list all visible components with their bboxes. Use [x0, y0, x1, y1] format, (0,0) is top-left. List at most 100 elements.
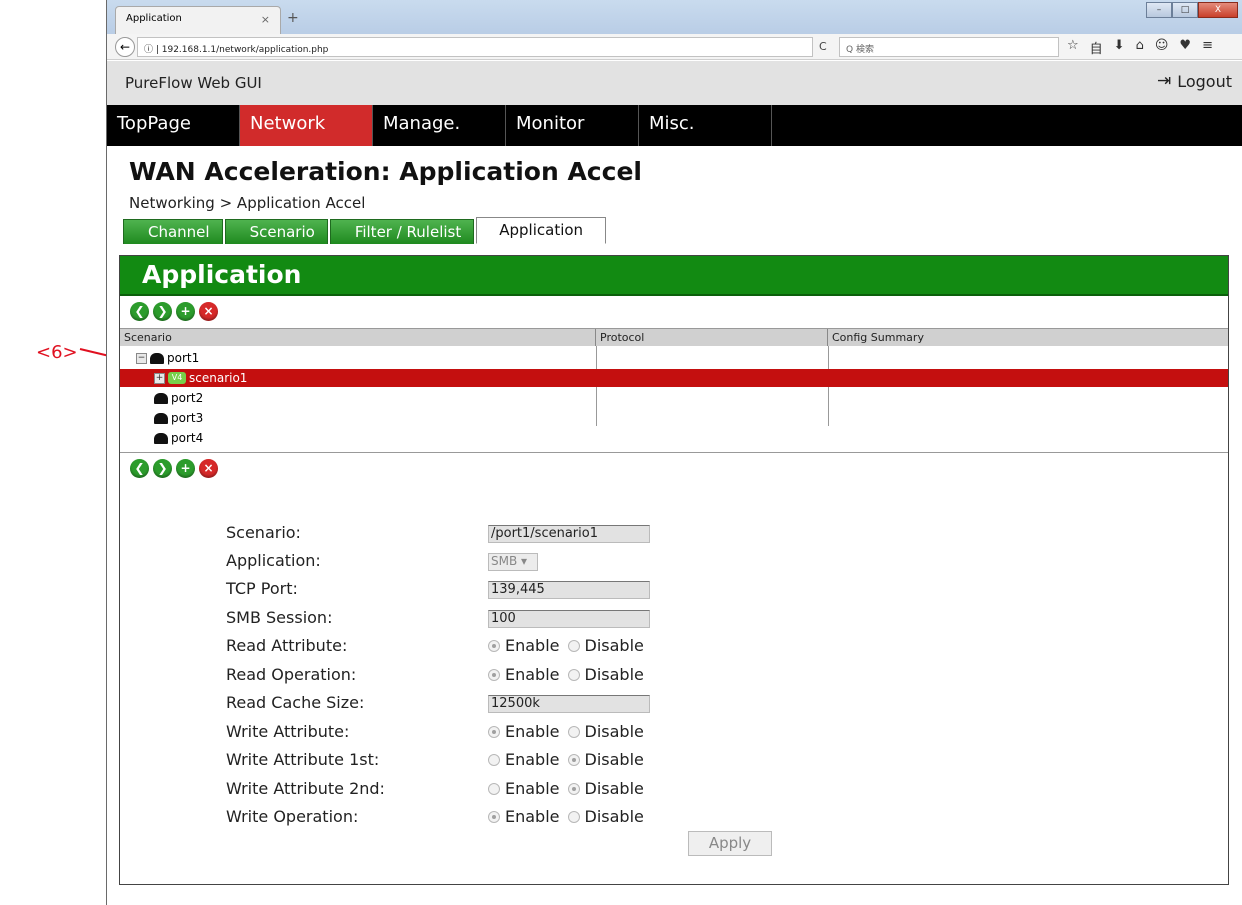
tcp-port-label: TCP Port: [226, 579, 298, 598]
write-attribute-radio-group: Enable Disable [488, 722, 652, 741]
write-attribute-1st-disable-radio[interactable] [567, 753, 580, 766]
maximize-button[interactable]: □ [1172, 2, 1198, 18]
tab-scenario[interactable]: Scenario [224, 219, 328, 244]
pocket-icon[interactable]: ♥ [1179, 38, 1191, 57]
smb-session-field[interactable]: 100 [488, 610, 650, 628]
back-button-icon[interactable]: ❮ [130, 302, 149, 321]
tree-node-port2[interactable]: port2 [120, 389, 1228, 407]
app-header: PureFlow Web GUI ⇥ Logout [107, 61, 1242, 105]
read-operation-label: Read Operation: [226, 665, 357, 684]
tab-filter-rulelist[interactable]: Filter / Rulelist [329, 219, 475, 244]
read-cache-size-field[interactable]: 12500k [488, 695, 650, 713]
tree-node-scenario1[interactable]: + V4 scenario1 [120, 369, 1228, 387]
radio-label: Enable [505, 750, 560, 769]
reading-list-icon[interactable]: 自 [1090, 38, 1103, 57]
back-button-icon[interactable]: ❮ [130, 459, 149, 478]
menu-item-network[interactable]: Network [240, 105, 373, 146]
write-attribute-disable-radio[interactable] [567, 725, 580, 738]
chat-icon[interactable]: ☺ [1155, 38, 1169, 57]
write-operation-enable-radio[interactable] [488, 810, 500, 823]
web-page: PureFlow Web GUI ⇥ Logout TopPage Networ… [107, 61, 1242, 905]
port-icon [150, 352, 164, 364]
main-menu: TopPage Network Manage. Monitor Misc. [107, 105, 1242, 146]
collapse-icon[interactable]: − [136, 352, 147, 364]
close-window-button[interactable]: X [1198, 2, 1238, 18]
radio-label: Enable [505, 665, 560, 684]
browser-tab[interactable]: Application × [115, 6, 281, 34]
menu-icon[interactable]: ≡ [1202, 38, 1213, 57]
bookmark-star-icon[interactable]: ☆ [1067, 38, 1079, 57]
new-tab-button[interactable]: + [287, 10, 299, 26]
back-arrow-icon[interactable]: ← [115, 37, 135, 57]
tree-node-port3[interactable]: port3 [120, 409, 1228, 427]
page-tabs: Channel Scenario Filter / Rulelist Appli… [123, 217, 608, 244]
forward-button-icon[interactable]: ❯ [153, 302, 172, 321]
read-operation-enable-radio[interactable] [488, 668, 500, 681]
add-button-icon[interactable]: + [176, 459, 195, 478]
write-operation-radio-group: Enable Disable [488, 807, 652, 826]
write-attribute-enable-radio[interactable] [488, 725, 500, 738]
reload-icon[interactable]: C [819, 40, 827, 53]
read-operation-radio-group: Enable Disable [488, 665, 652, 684]
tree-node-port1[interactable]: − port1 [120, 349, 1228, 367]
write-attribute-1st-label: Write Attribute 1st: [226, 750, 380, 769]
read-attribute-disable-radio[interactable] [567, 639, 580, 652]
application-select[interactable]: SMB ▾ [488, 553, 538, 571]
column-header-config-summary: Config Summary [828, 329, 1228, 346]
scenario-field[interactable]: /port1/scenario1 [488, 525, 650, 543]
menu-item-misc[interactable]: Misc. [639, 105, 772, 146]
logout-icon: ⇥ [1156, 71, 1172, 91]
read-operation-disable-radio[interactable] [567, 668, 580, 681]
tab-application[interactable]: Application [476, 217, 607, 244]
radio-label: Enable [505, 722, 560, 741]
menu-item-monitor[interactable]: Monitor [506, 105, 639, 146]
browser-navbar: ← ⓘ | 192.168.1.1/network/application.ph… [107, 34, 1242, 60]
write-operation-disable-radio[interactable] [567, 810, 580, 823]
delete-button-icon[interactable]: × [199, 459, 218, 478]
close-tab-icon[interactable]: × [261, 13, 270, 26]
read-attribute-radio-group: Enable Disable [488, 636, 652, 655]
menu-item-toppage[interactable]: TopPage [107, 105, 240, 146]
write-attribute-2nd-label: Write Attribute 2nd: [226, 779, 385, 798]
radio-label: Disable [584, 722, 644, 741]
add-button-icon[interactable]: + [176, 302, 195, 321]
radio-label: Disable [584, 665, 644, 684]
logout-button[interactable]: ⇥ Logout [1157, 71, 1232, 91]
port-icon [154, 412, 168, 424]
download-icon[interactable]: ⬇ [1114, 38, 1125, 57]
minimize-button[interactable]: – [1146, 2, 1172, 18]
breadcrumb: Networking > Application Accel [129, 194, 366, 212]
home-icon[interactable]: ⌂ [1136, 38, 1144, 57]
write-attribute-2nd-disable-radio[interactable] [567, 782, 580, 795]
tree-node-label: port2 [171, 391, 204, 405]
annotation-label: <6> [36, 342, 78, 363]
read-attribute-label: Read Attribute: [226, 636, 348, 655]
expand-icon[interactable]: + [154, 372, 165, 384]
url-bar[interactable]: ⓘ | 192.168.1.1/network/application.php [137, 37, 813, 57]
read-cache-size-label: Read Cache Size: [226, 693, 365, 712]
delete-button-icon[interactable]: × [199, 302, 218, 321]
radio-label: Enable [505, 779, 560, 798]
apply-button[interactable]: Apply [688, 831, 772, 856]
application-label: Application: [226, 551, 321, 570]
tree-node-label: port3 [171, 411, 204, 425]
write-attribute-2nd-enable-radio[interactable] [488, 782, 500, 795]
forward-button-icon[interactable]: ❯ [153, 459, 172, 478]
column-header-scenario: Scenario [120, 329, 596, 346]
radio-label: Disable [584, 779, 644, 798]
application-panel: Application ❮ ❯ + × Scenario Protocol Co… [119, 255, 1229, 885]
tcp-port-field[interactable]: 139,445 [488, 581, 650, 599]
browser-tab-title: Application [126, 13, 182, 24]
scenario-icon: V4 [168, 372, 186, 384]
scenario-tree-table: Scenario Protocol Config Summary − port1… [120, 328, 1228, 453]
tab-channel[interactable]: Channel [123, 219, 223, 244]
tree-node-port4[interactable]: port4 [120, 429, 1228, 447]
menu-item-manage[interactable]: Manage. [373, 105, 506, 146]
write-attribute-1st-enable-radio[interactable] [488, 753, 500, 766]
page-title: WAN Acceleration: Application Accel [129, 157, 642, 186]
browser-search-input[interactable]: Q 検索 [839, 37, 1059, 57]
tree-node-label: port1 [167, 351, 200, 365]
read-attribute-enable-radio[interactable] [488, 639, 500, 652]
chevron-down-icon: ▾ [521, 554, 528, 568]
application-select-value: SMB [491, 554, 518, 568]
